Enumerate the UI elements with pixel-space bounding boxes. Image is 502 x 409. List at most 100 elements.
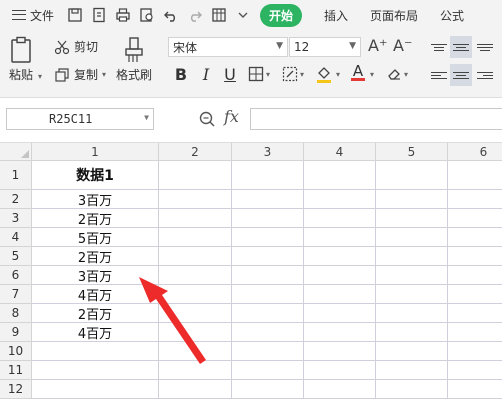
- empty-cell[interactable]: [376, 190, 448, 209]
- align-middle-button[interactable]: [450, 36, 472, 58]
- row-header-4[interactable]: 4: [0, 228, 32, 247]
- column-header-1[interactable]: 1: [32, 143, 159, 161]
- empty-cell[interactable]: [448, 161, 502, 190]
- chevron-down-icon[interactable]: [234, 6, 252, 24]
- empty-cell[interactable]: [159, 209, 232, 228]
- data-cell[interactable]: 4百万: [32, 285, 159, 304]
- empty-cell[interactable]: [304, 285, 376, 304]
- empty-cell[interactable]: [304, 266, 376, 285]
- grow-font-button[interactable]: A⁺: [368, 36, 387, 55]
- empty-cell[interactable]: [159, 323, 232, 342]
- empty-cell[interactable]: [232, 266, 304, 285]
- file-menu[interactable]: 文件: [0, 7, 66, 24]
- empty-cell[interactable]: [232, 161, 304, 190]
- paste-dropdown-icon[interactable]: ▾: [38, 72, 42, 81]
- data-cell[interactable]: 5百万: [32, 228, 159, 247]
- data-cell[interactable]: [32, 361, 159, 380]
- empty-cell[interactable]: [304, 161, 376, 190]
- tab-home[interactable]: 开始: [260, 3, 303, 27]
- align-top-button[interactable]: [428, 36, 450, 58]
- empty-cell[interactable]: [159, 266, 232, 285]
- copy-dropdown-icon[interactable]: ▾: [102, 70, 106, 79]
- empty-cell[interactable]: [232, 323, 304, 342]
- empty-cell[interactable]: [304, 190, 376, 209]
- column-header-5[interactable]: 5: [376, 143, 448, 161]
- select-all-corner[interactable]: [0, 143, 32, 161]
- data-cell[interactable]: 2百万: [32, 209, 159, 228]
- data-cell[interactable]: 3百万: [32, 266, 159, 285]
- empty-cell[interactable]: [304, 247, 376, 266]
- format-painter-button[interactable]: 格式刷: [116, 36, 152, 83]
- save-icon[interactable]: [66, 6, 84, 24]
- empty-cell[interactable]: [448, 304, 502, 323]
- row-header-9[interactable]: 9: [0, 323, 32, 342]
- data-cell[interactable]: 4百万: [32, 323, 159, 342]
- empty-cell[interactable]: [159, 247, 232, 266]
- empty-cell[interactable]: [232, 190, 304, 209]
- fill-color-button[interactable]: [314, 64, 334, 84]
- empty-cell[interactable]: [304, 209, 376, 228]
- empty-cell[interactable]: [448, 228, 502, 247]
- empty-cell[interactable]: [304, 361, 376, 380]
- row-header-3[interactable]: 3: [0, 209, 32, 228]
- font-size-select[interactable]: 12 ▼: [289, 37, 361, 57]
- insert-function-icon[interactable]: fx: [224, 107, 239, 126]
- align-right-button[interactable]: [474, 64, 496, 86]
- empty-cell[interactable]: [232, 342, 304, 361]
- row-header-5[interactable]: 5: [0, 247, 32, 266]
- row-header-2[interactable]: 2: [0, 190, 32, 209]
- column-header-2[interactable]: 2: [159, 143, 232, 161]
- empty-cell[interactable]: [232, 285, 304, 304]
- copy-button[interactable]: 复制 ▾: [54, 66, 106, 83]
- underline-button[interactable]: U: [220, 64, 240, 84]
- empty-cell[interactable]: [448, 361, 502, 380]
- cut-button[interactable]: 剪切: [54, 38, 98, 55]
- column-header-3[interactable]: 3: [232, 143, 304, 161]
- empty-cell[interactable]: [448, 380, 502, 399]
- empty-cell[interactable]: [159, 380, 232, 399]
- table-format-icon[interactable]: [210, 6, 228, 24]
- empty-cell[interactable]: [159, 361, 232, 380]
- chevron-down-icon[interactable]: ▾: [266, 70, 270, 79]
- empty-cell[interactable]: [376, 361, 448, 380]
- paste-button[interactable]: 粘贴: [8, 36, 34, 83]
- column-title-cell[interactable]: 数据1: [32, 161, 159, 190]
- empty-cell[interactable]: [304, 380, 376, 399]
- empty-cell[interactable]: [376, 304, 448, 323]
- undo-icon[interactable]: [162, 6, 180, 24]
- empty-cell[interactable]: [448, 323, 502, 342]
- zoom-icon[interactable]: [198, 110, 216, 128]
- column-header-6[interactable]: 6: [448, 143, 502, 161]
- export-pdf-icon[interactable]: [90, 6, 108, 24]
- bold-button[interactable]: B: [171, 64, 191, 84]
- empty-cell[interactable]: [159, 285, 232, 304]
- empty-cell[interactable]: [376, 285, 448, 304]
- chevron-down-icon[interactable]: ▾: [370, 70, 374, 79]
- empty-cell[interactable]: [159, 304, 232, 323]
- border-button[interactable]: [246, 64, 266, 84]
- row-header-11[interactable]: 11: [0, 361, 32, 380]
- empty-cell[interactable]: [232, 361, 304, 380]
- empty-cell[interactable]: [159, 228, 232, 247]
- data-cell[interactable]: [32, 342, 159, 361]
- empty-cell[interactable]: [448, 190, 502, 209]
- align-left-button[interactable]: [428, 64, 450, 86]
- row-header-1[interactable]: 1: [0, 161, 32, 190]
- empty-cell[interactable]: [376, 161, 448, 190]
- data-cell[interactable]: 3百万: [32, 190, 159, 209]
- chevron-down-icon[interactable]: ▾: [300, 70, 304, 79]
- empty-cell[interactable]: [448, 285, 502, 304]
- empty-cell[interactable]: [376, 228, 448, 247]
- tab-page-layout[interactable]: 页面布局: [370, 7, 418, 24]
- formula-input[interactable]: [250, 108, 502, 130]
- empty-cell[interactable]: [232, 304, 304, 323]
- redo-icon[interactable]: [186, 6, 204, 24]
- empty-cell[interactable]: [376, 323, 448, 342]
- empty-cell[interactable]: [376, 209, 448, 228]
- empty-cell[interactable]: [376, 247, 448, 266]
- shrink-font-button[interactable]: A⁻: [393, 36, 412, 55]
- row-header-8[interactable]: 8: [0, 304, 32, 323]
- print-preview-icon[interactable]: [138, 6, 156, 24]
- font-family-select[interactable]: 宋体 ▼: [168, 37, 288, 57]
- empty-cell[interactable]: [232, 380, 304, 399]
